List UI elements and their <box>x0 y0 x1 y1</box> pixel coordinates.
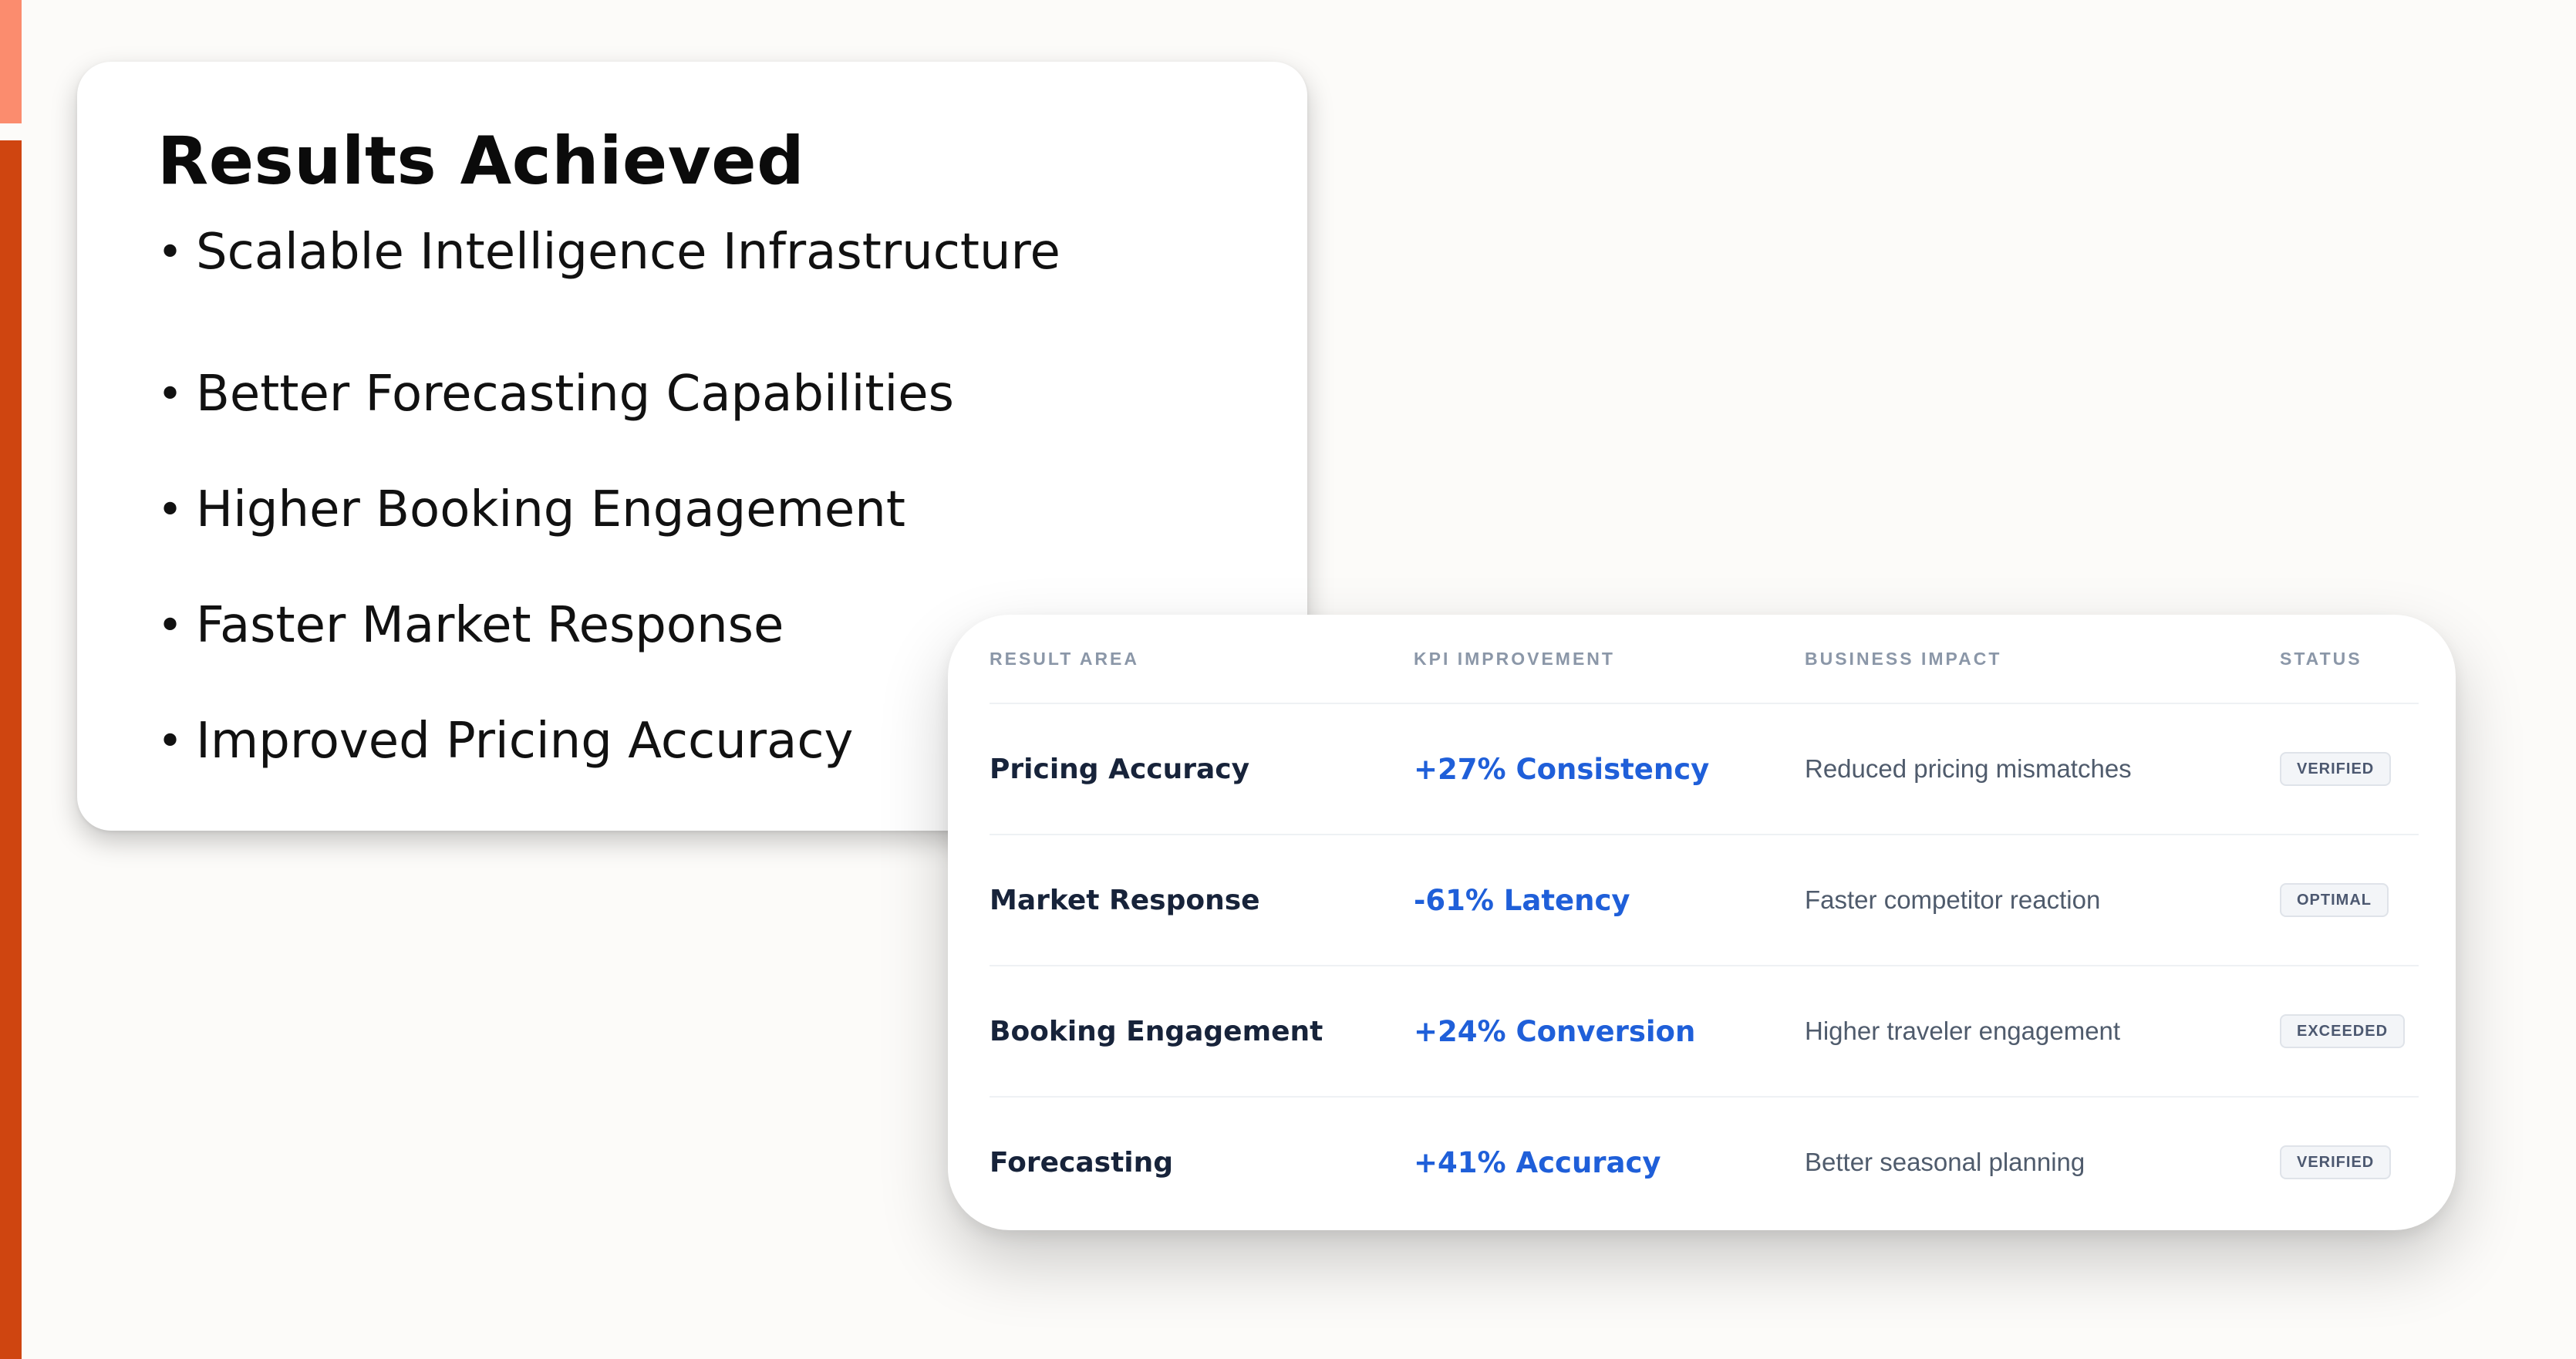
status-badge: OPTIMAL <box>2280 883 2389 917</box>
result-area-cell: Market Response <box>990 835 1414 966</box>
result-area-cell: Booking Engagement <box>990 966 1414 1098</box>
kpi-table: RESULT AREA KPI IMPROVEMENT BUSINESS IMP… <box>990 615 2419 1227</box>
bullet-icon: • <box>157 227 184 278</box>
bullet-icon: • <box>157 369 184 420</box>
column-header-kpi-improvement: KPI IMPROVEMENT <box>1414 615 1805 704</box>
table-row: Market Response -61% Latency Faster comp… <box>990 835 2419 966</box>
status-cell: EXCEEDED <box>2280 966 2419 1098</box>
list-item-text: Improved Pricing Accuracy <box>196 713 854 770</box>
result-area-cell: Pricing Accuracy <box>990 703 1414 835</box>
list-item-text: Faster Market Response <box>196 597 784 654</box>
bullet-icon: • <box>157 484 184 535</box>
status-badge: VERIFIED <box>2280 752 2392 786</box>
kpi-improvement-cell: +24% Conversion <box>1414 966 1805 1098</box>
business-impact-cell: Faster competitor reaction <box>1805 835 2280 966</box>
table-row: Pricing Accuracy +27% Consistency Reduce… <box>990 703 2419 835</box>
business-impact-cell: Higher traveler engagement <box>1805 966 2280 1098</box>
list-item: • Higher Booking Engagement <box>157 452 1307 568</box>
column-header-status: STATUS <box>2280 615 2419 704</box>
status-badge: EXCEEDED <box>2280 1014 2406 1048</box>
business-impact-cell: Reduced pricing mismatches <box>1805 703 2280 835</box>
bullet-icon: • <box>157 600 184 651</box>
kpi-improvement-cell: +41% Accuracy <box>1414 1145 1661 1179</box>
list-item-text: Higher Booking Engagement <box>196 481 905 538</box>
table-row: Forecasting +41% Accuracy Better seasona… <box>990 1097 2419 1227</box>
status-cell: OPTIMAL <box>2280 835 2419 966</box>
list-item: • Better Forecasting Capabilities <box>157 336 1307 452</box>
column-header-business-impact: BUSINESS IMPACT <box>1805 615 2280 704</box>
kpi-table-card: RESULT AREA KPI IMPROVEMENT BUSINESS IMP… <box>948 615 2456 1230</box>
status-cell: VERIFIED <box>2280 1097 2419 1227</box>
kpi-improvement-cell: -61% Latency <box>1414 835 1805 966</box>
table-header-row: RESULT AREA KPI IMPROVEMENT BUSINESS IMP… <box>990 615 2419 704</box>
table-row: Booking Engagement +24% Conversion Highe… <box>990 966 2419 1098</box>
list-item-text: Better Forecasting Capabilities <box>196 366 954 423</box>
column-header-result-area: RESULT AREA <box>990 615 1414 704</box>
status-badge: VERIFIED <box>2280 1145 2392 1179</box>
accent-bar-top <box>0 0 22 123</box>
results-title: Results Achieved <box>157 123 805 200</box>
result-area-cell: Forecasting <box>990 1146 1174 1179</box>
bullet-icon: • <box>157 716 184 767</box>
list-item-text: Scalable Intelligence Infrastructure <box>196 224 1060 281</box>
accent-bar-main <box>0 140 22 1359</box>
kpi-improvement-cell: +27% Consistency <box>1414 703 1805 835</box>
status-cell: VERIFIED <box>2280 703 2419 835</box>
list-item: • Scalable Intelligence Infrastructure <box>157 221 1307 284</box>
business-impact-cell: Better seasonal planning <box>1805 1148 2085 1176</box>
